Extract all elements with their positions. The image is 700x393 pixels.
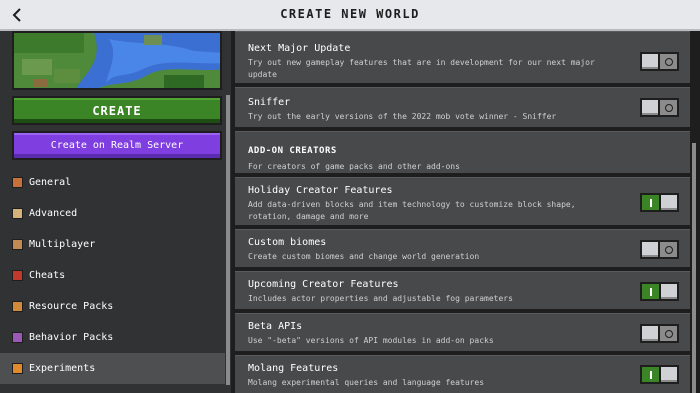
sidebar-item-label: General <box>29 177 72 188</box>
sidebar-item-multiplayer[interactable]: Multiplayer <box>0 229 225 260</box>
setting-description: Create custom biomes and change world ge… <box>248 252 480 261</box>
sidebar-nav: General Advanced Multiplayer Cheats Reso… <box>0 167 225 384</box>
setting-description: Try out new gameplay features that are i… <box>248 58 595 79</box>
experiments-icon <box>12 363 23 374</box>
sidebar-item-label: Experiments <box>29 363 96 374</box>
sidebar-item-cheats[interactable]: Cheats <box>0 260 225 291</box>
create-on-realm-button[interactable]: Create on Realm Server <box>12 131 222 160</box>
behavior-packs-icon <box>12 332 23 343</box>
sidebar-item-resource-packs[interactable]: Resource Packs <box>0 291 225 322</box>
molang-features-toggle[interactable] <box>640 365 679 384</box>
setting-row-sniffer: Sniffer Try out the early versions of th… <box>235 87 690 129</box>
setting-row-molang-features: Molang Features Molang experimental quer… <box>235 355 690 393</box>
setting-title: Sniffer <box>248 97 291 108</box>
general-icon <box>12 177 23 188</box>
section-header-add-on-creators: ADD-ON CREATORS For creators of game pac… <box>235 131 690 175</box>
sidebar-item-label: Behavior Packs <box>29 332 114 343</box>
sidebar-scrollbar[interactable] <box>226 95 230 385</box>
setting-row-beta-apis: Beta APIs Use "-beta" versions of API mo… <box>235 313 690 353</box>
section-title: ADD-ON CREATORS <box>248 146 337 156</box>
sidebar: CREATE Create on Realm Server General Ad… <box>0 31 233 393</box>
setting-description: Molang experimental queries and language… <box>248 378 485 387</box>
page-title: CREATE NEW WORLD <box>280 7 420 21</box>
setting-title: Holiday Creator Features <box>248 185 393 196</box>
upcoming-creator-features-toggle[interactable] <box>640 282 679 301</box>
sidebar-item-advanced[interactable]: Advanced <box>0 198 225 229</box>
setting-row-upcoming-creator-features: Upcoming Creator Features Includes actor… <box>235 271 690 311</box>
custom-biomes-toggle[interactable] <box>640 240 679 259</box>
section-description: For creators of game packs and other add… <box>248 162 460 171</box>
setting-title: Upcoming Creator Features <box>248 279 399 290</box>
setting-description: Add data-driven blocks and item technolo… <box>248 200 576 221</box>
sidebar-item-label: Advanced <box>29 208 78 219</box>
multiplayer-icon <box>12 239 23 250</box>
setting-row-holiday-creator-features: Holiday Creator Features Add data-driven… <box>235 177 690 227</box>
experiments-list: Next Major Update Try out new gameplay f… <box>235 31 700 393</box>
setting-title: Next Major Update <box>248 43 351 54</box>
setting-description: Includes actor properties and adjustable… <box>248 294 513 303</box>
sidebar-item-general[interactable]: General <box>0 167 225 198</box>
create-button[interactable]: CREATE <box>12 96 222 125</box>
advanced-icon <box>12 208 23 219</box>
main-scrollbar[interactable] <box>692 143 696 393</box>
sidebar-item-label: Multiplayer <box>29 239 96 250</box>
setting-row-next-major-update: Next Major Update Try out new gameplay f… <box>235 31 690 85</box>
setting-description: Use "-beta" versions of API modules in a… <box>248 336 494 345</box>
sidebar-item-experiments[interactable]: Experiments <box>0 353 225 384</box>
world-preview-image <box>12 31 222 90</box>
title-bar: CREATE NEW WORLD <box>0 0 700 31</box>
setting-description: Try out the early versions of the 2022 m… <box>248 112 557 121</box>
setting-title: Molang Features <box>248 363 339 374</box>
beta-apis-toggle[interactable] <box>640 324 679 343</box>
sniffer-toggle[interactable] <box>640 98 679 117</box>
holiday-creator-features-toggle[interactable] <box>640 193 679 212</box>
sidebar-item-label: Resource Packs <box>29 301 114 312</box>
resource-packs-icon <box>12 301 23 312</box>
sidebar-item-label: Cheats <box>29 270 66 281</box>
setting-title: Beta APIs <box>248 321 303 332</box>
cheats-icon <box>12 270 23 281</box>
setting-title: Custom biomes <box>248 237 327 248</box>
sidebar-item-behavior-packs[interactable]: Behavior Packs <box>0 322 225 353</box>
setting-row-custom-biomes: Custom biomes Create custom biomes and c… <box>235 229 690 269</box>
next-major-update-toggle[interactable] <box>640 52 679 71</box>
